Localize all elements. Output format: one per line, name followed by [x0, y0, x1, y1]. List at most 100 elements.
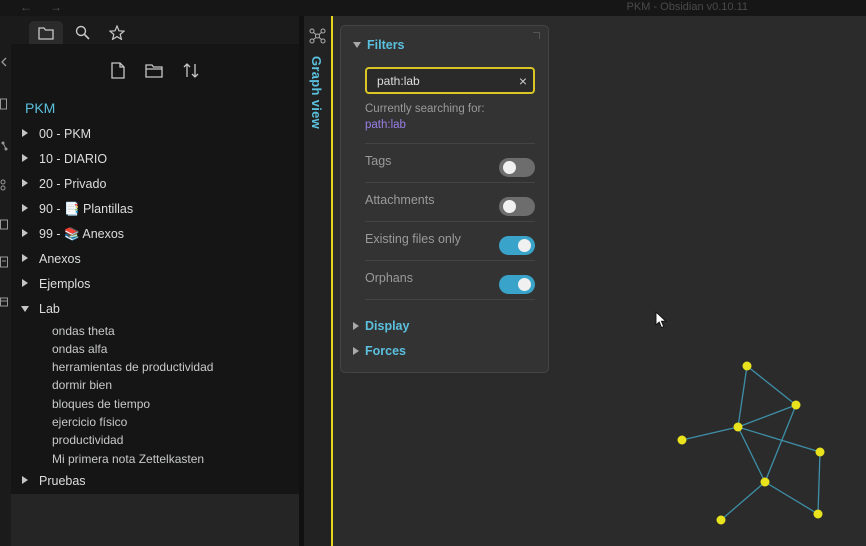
window-title: PKM - Obsidian v0.10.11 [626, 1, 748, 13]
display-header-label: Display [365, 319, 410, 333]
graph-view-header: Graph view [304, 16, 331, 546]
folder-item[interactable]: 90 - 📑 Plantillas [11, 200, 299, 220]
forces-header[interactable]: Forces [353, 344, 406, 358]
graph-node[interactable] [742, 361, 752, 371]
folder-label: Pruebas [39, 474, 86, 488]
folder-item[interactable]: 00 - PKM [11, 125, 299, 145]
graph-edge [817, 451, 821, 515]
file-item[interactable]: dormir bien [52, 378, 112, 396]
new-folder-button[interactable] [142, 58, 166, 82]
sort-button[interactable] [179, 58, 203, 82]
file-tree: PKM 00 - PKM 10 - DIARIO 20 - Privado 90… [11, 44, 299, 494]
tab-search[interactable] [65, 21, 99, 44]
search-icon [75, 25, 90, 40]
graph-edge [746, 365, 797, 406]
chevron-right-icon [22, 476, 28, 484]
existing-files-toggle[interactable] [499, 236, 535, 255]
tab-starred[interactable] [100, 21, 134, 44]
chevron-down-icon [353, 42, 361, 48]
folder-item[interactable]: Pruebas [11, 472, 299, 492]
graph-view-title-wrapper: Graph view [307, 56, 327, 146]
folder-label: 99 - 📚 Anexos [39, 227, 125, 241]
graph-edge [737, 426, 766, 483]
graph-edge [764, 481, 819, 515]
file-item[interactable]: bloques de tiempo [52, 397, 150, 415]
chevron-right-icon [22, 279, 28, 287]
mouse-cursor-icon [655, 311, 667, 329]
folder-label: Ejemplos [39, 277, 91, 291]
star-icon [109, 25, 125, 40]
toggle-knob [503, 200, 516, 213]
tags-label: Tags [365, 154, 392, 168]
search-input[interactable] [377, 72, 507, 90]
new-folder-icon [145, 63, 163, 78]
folder-label: 20 - Privado [39, 177, 107, 191]
chevron-right-icon [22, 254, 28, 262]
folder-item[interactable]: 20 - Privado [11, 175, 299, 195]
vault-name[interactable]: PKM [25, 100, 55, 116]
attachments-toggle[interactable] [499, 197, 535, 216]
graph-node[interactable] [716, 515, 726, 525]
title-bar: ← → PKM - Obsidian v0.10.11 [0, 0, 866, 16]
file-item[interactable]: ondas theta [52, 324, 115, 342]
display-header[interactable]: Display [353, 319, 409, 333]
sort-icon [183, 62, 199, 78]
graph-edge [737, 365, 748, 428]
toggle-knob [518, 278, 531, 291]
filters-divider [365, 299, 535, 300]
file-item[interactable]: herramientas de productividad [52, 360, 213, 378]
calendar-icon[interactable] [0, 218, 9, 230]
currently-searching-label: Currently searching for: [365, 103, 485, 115]
graph-icon[interactable] [309, 28, 326, 44]
command-icon[interactable] [0, 179, 9, 191]
existing-files-label: Existing files only [365, 232, 461, 246]
graph-node[interactable] [677, 435, 687, 445]
file-item[interactable]: productividad [52, 433, 123, 451]
filter-row-attachments: Attachments [365, 182, 535, 221]
file-item[interactable]: ondas alfa [52, 342, 107, 360]
orphans-toggle[interactable] [499, 275, 535, 294]
new-file-icon [111, 61, 125, 79]
tab-files[interactable] [29, 21, 63, 44]
template-icon[interactable] [0, 256, 9, 268]
graph-edge [681, 426, 739, 441]
folder-item-lab[interactable]: Lab [11, 300, 299, 320]
folder-item[interactable]: 99 - 📚 Anexos [11, 225, 299, 245]
graph-node[interactable] [815, 447, 825, 457]
document-icon[interactable] [0, 98, 9, 110]
currently-searching-value: path:lab [365, 119, 406, 131]
file-item[interactable]: ejercicio físico [52, 415, 127, 433]
search-field[interactable]: × [365, 67, 535, 94]
graph-icon[interactable] [0, 140, 9, 152]
folder-label: 10 - DIARIO [39, 152, 108, 166]
filters-header[interactable]: Filters [353, 38, 405, 52]
new-note-button[interactable] [106, 58, 130, 82]
graph-controls-panel: Filters × Currently searching for: path:… [340, 25, 549, 373]
chevron-right-icon [353, 347, 359, 355]
folder-item[interactable]: Ejemplos [11, 275, 299, 295]
file-item[interactable]: Mi primera nota Zettelkasten [52, 452, 204, 470]
graph-node[interactable] [733, 422, 743, 432]
folder-item[interactable]: 10 - DIARIO [11, 150, 299, 170]
filters-header-label: Filters [367, 38, 405, 52]
explorer-footer [11, 494, 299, 546]
toggle-knob [518, 239, 531, 252]
tags-toggle[interactable] [499, 158, 535, 177]
filter-row-existing-files: Existing files only [365, 221, 535, 260]
chevron-down-icon [21, 306, 29, 312]
folder-label: 00 - PKM [39, 127, 92, 141]
toggle-knob [503, 161, 516, 174]
folder-item[interactable]: Anexos [11, 250, 299, 270]
filter-row-orphans: Orphans [365, 260, 535, 299]
close-panel-icon[interactable] [533, 32, 540, 39]
chevron-right-icon [22, 204, 28, 212]
collapse-icon[interactable] [0, 56, 9, 68]
graph-node[interactable] [760, 477, 770, 487]
graph-node[interactable] [813, 509, 823, 519]
clear-search-icon[interactable]: × [519, 72, 527, 90]
archive-icon[interactable] [0, 296, 9, 308]
graph-node[interactable] [791, 400, 801, 410]
file-explorer: PKM 00 - PKM 10 - DIARIO 20 - Privado 90… [11, 16, 299, 546]
sidebar-tab-bar [11, 16, 299, 44]
chevron-right-icon [22, 229, 28, 237]
